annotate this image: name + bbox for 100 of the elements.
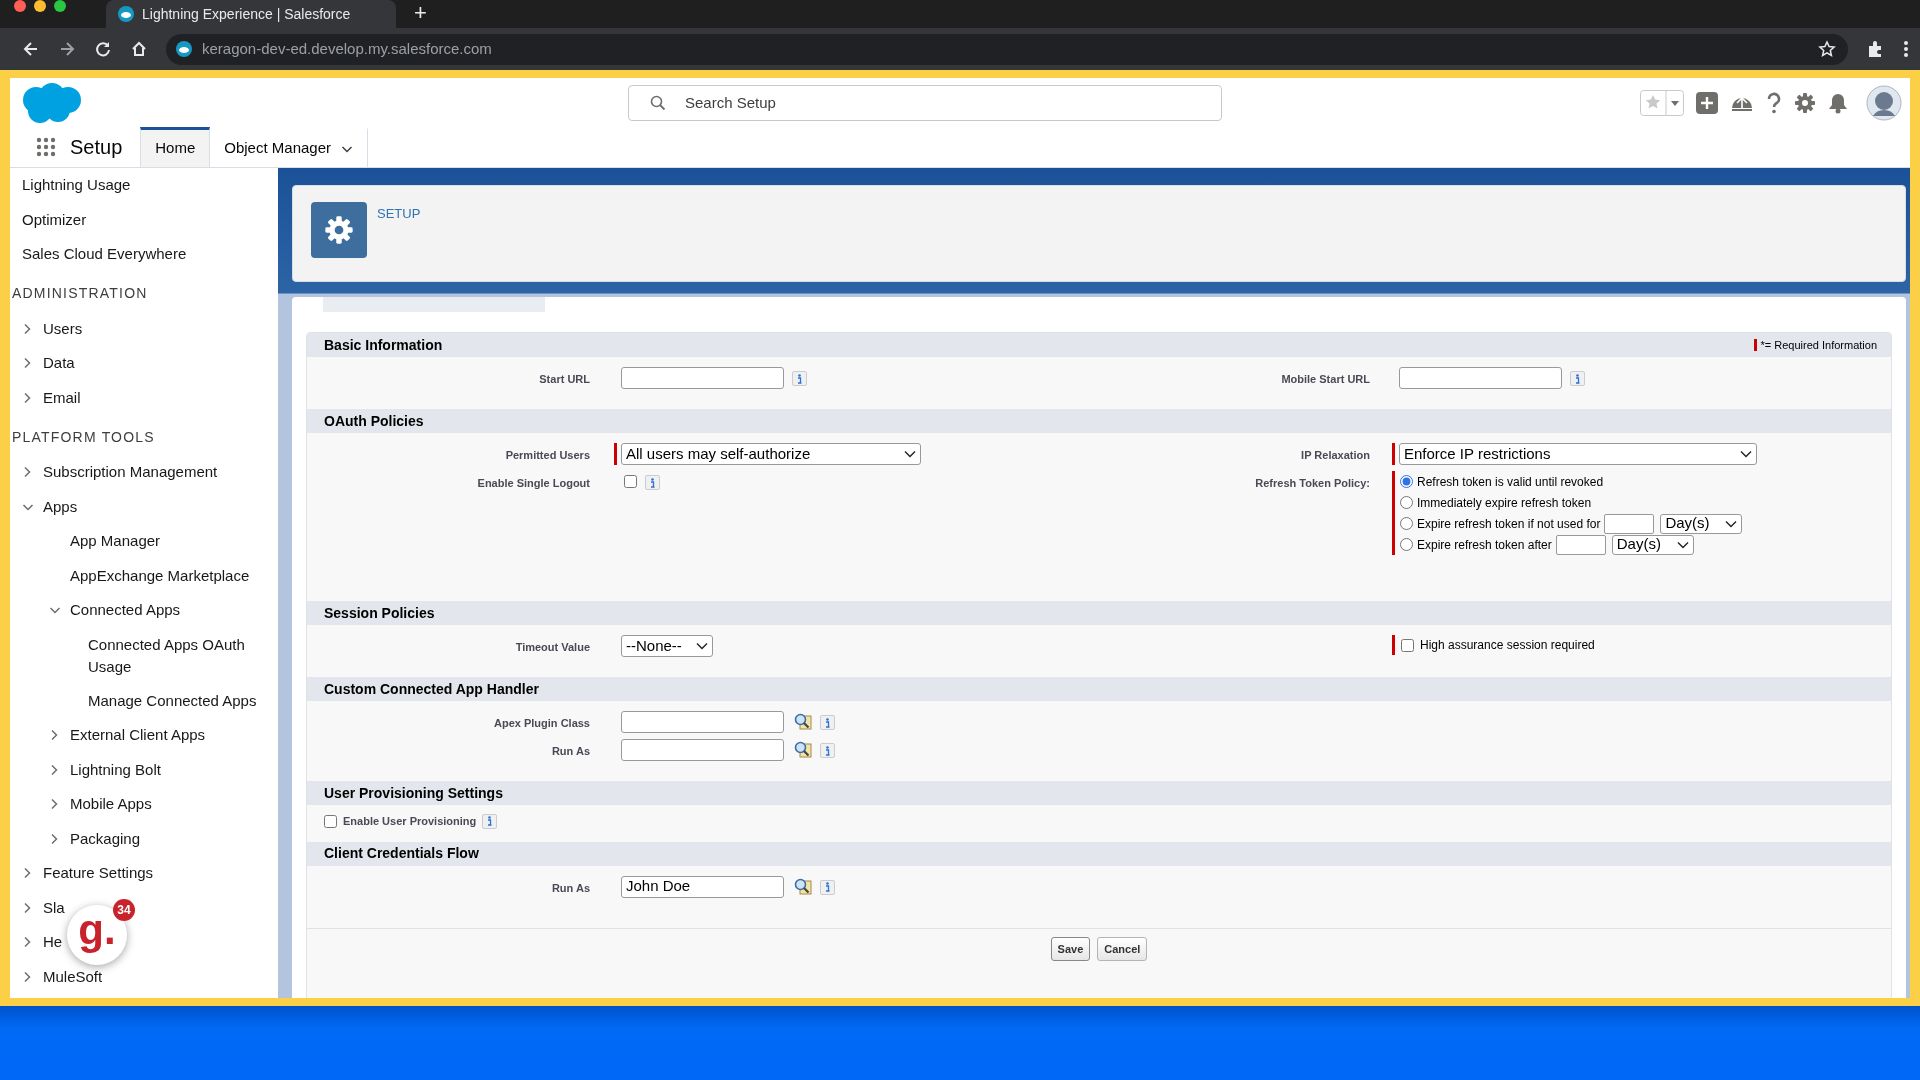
avatar[interactable]: [1866, 84, 1902, 121]
info-icon[interactable]: [482, 813, 498, 829]
chevron-icon[interactable]: [22, 322, 32, 335]
menu-icon[interactable]: [1904, 40, 1908, 58]
checkbox[interactable]: [324, 814, 337, 828]
input-field[interactable]: [621, 711, 784, 733]
window-control-icon[interactable]: [14, 0, 26, 12]
sidebar-item[interactable]: Feature Settings: [43, 862, 154, 885]
input-field[interactable]: [1399, 367, 1562, 389]
sidebar-item[interactable]: Sla: [43, 896, 65, 919]
caret-icon: [695, 642, 708, 650]
radio-button[interactable]: [1400, 517, 1413, 530]
info-icon[interactable]: [820, 879, 835, 895]
chevron-icon[interactable]: [49, 729, 59, 742]
radio-button[interactable]: [1400, 496, 1413, 509]
dropdown[interactable]: --None--: [621, 635, 713, 657]
sidebar-item[interactable]: Mobile Apps: [70, 793, 152, 816]
lookup-icon[interactable]: [794, 713, 812, 730]
home-icon[interactable]: [130, 40, 148, 58]
field-label: IP Relaxation: [1301, 449, 1370, 461]
field-label: Timeout Value: [515, 641, 590, 653]
app-name: Setup: [69, 135, 124, 160]
sidebar-item[interactable]: Packaging: [70, 827, 141, 850]
chevron-icon[interactable]: [22, 936, 32, 949]
sidebar-item[interactable]: Subscription Management: [43, 461, 218, 484]
chevron-icon[interactable]: [49, 832, 59, 845]
caret-icon: [1676, 540, 1689, 549]
field-label: Apex Plugin Class: [494, 717, 590, 729]
input-field[interactable]: [621, 367, 784, 389]
section-title: Session Policies: [324, 603, 435, 623]
sidebar-heading: PLATFORM TOOLS: [12, 427, 155, 447]
input-field[interactable]: John Doe: [621, 875, 784, 898]
checkbox[interactable]: [1401, 638, 1414, 652]
sidebar-item[interactable]: Connected Apps OAuth Usage: [88, 633, 270, 678]
chevron-icon[interactable]: [49, 763, 59, 776]
section-title: Custom Connected App Handler: [324, 679, 539, 699]
chevron-icon[interactable]: [22, 466, 32, 479]
dropdown[interactable]: Day(s): [1611, 534, 1694, 555]
info-icon[interactable]: [820, 715, 835, 730]
bookmark-star-icon[interactable]: [1818, 40, 1836, 58]
address-bar[interactable]: keragon-dev-ed.develop.my.salesforce.com: [166, 33, 1848, 65]
sidebar-item[interactable]: Optimizer: [22, 208, 87, 231]
info-icon[interactable]: [792, 371, 807, 386]
info-icon[interactable]: [1570, 371, 1585, 386]
chevron-icon[interactable]: [49, 798, 59, 811]
dropdown[interactable]: Day(s): [1660, 513, 1743, 534]
chevron-icon[interactable]: [22, 970, 32, 983]
back-icon[interactable]: [22, 40, 40, 58]
search-field[interactable]: Search Setup: [628, 84, 1222, 121]
info-icon[interactable]: [645, 475, 660, 490]
radio-button[interactable]: [1400, 538, 1413, 551]
sidebar-item[interactable]: Lightning Bolt: [70, 758, 161, 781]
sidebar-item[interactable]: Users: [43, 317, 83, 340]
checkbox[interactable]: [624, 475, 637, 488]
input-field[interactable]: [1555, 534, 1606, 555]
sidebar-item[interactable]: App Manager: [70, 530, 161, 553]
checkbox-label: High assurance session required: [1420, 637, 1595, 654]
input-field[interactable]: [1604, 513, 1655, 534]
radio-label: Expire refresh token if not used for: [1417, 515, 1601, 533]
window-control-icon[interactable]: [34, 0, 46, 12]
new-tab-button[interactable]: +: [410, 0, 431, 26]
nav-tab[interactable]: Home: [140, 127, 211, 167]
settings-icon[interactable]: [1794, 91, 1816, 114]
browser-tab[interactable]: Lightning Experience | Salesforce: [106, 0, 396, 28]
sidebar-item[interactable]: He: [43, 931, 63, 954]
save-button[interactable]: Save: [1050, 936, 1091, 961]
sidebar-item[interactable]: Manage Connected Apps: [88, 689, 257, 712]
sidebar-item[interactable]: Apps: [43, 495, 78, 518]
help-icon[interactable]: [1766, 91, 1782, 114]
sidebar-item[interactable]: Connected Apps: [70, 599, 181, 622]
cancel-button[interactable]: Cancel: [1097, 936, 1148, 961]
info-icon[interactable]: [820, 743, 835, 758]
chevron-icon[interactable]: [22, 391, 32, 404]
lookup-icon[interactable]: [794, 741, 812, 758]
sidebar-item[interactable]: Data: [43, 352, 75, 375]
sidebar-item[interactable]: External Client Apps: [70, 724, 206, 747]
page-title: SETUP: [377, 205, 421, 223]
chevron-icon[interactable]: [49, 605, 61, 616]
add-icon[interactable]: [1696, 91, 1718, 114]
sidebar-heading: ADMINISTRATION: [12, 284, 148, 303]
field-label: Run As: [551, 745, 590, 757]
chevron-icon[interactable]: [22, 901, 32, 914]
sidebar-item[interactable]: MuleSoft: [43, 965, 103, 988]
chevron-icon[interactable]: [22, 357, 32, 370]
sidebar-item[interactable]: Sales Cloud Everywhere: [22, 243, 187, 266]
window-control-icon[interactable]: [54, 0, 66, 12]
caret-icon: [1740, 450, 1752, 458]
dropdown[interactable]: All users may self-authorize: [621, 443, 921, 465]
radio-button[interactable]: [1400, 475, 1413, 488]
dropdown[interactable]: Enforce IP restrictions: [1399, 443, 1757, 465]
input-field[interactable]: [621, 739, 784, 761]
forward-icon[interactable]: [58, 40, 76, 58]
sidebar-item[interactable]: Email: [43, 386, 81, 409]
sidebar-item[interactable]: Lightning Usage: [22, 174, 131, 197]
chevron-icon[interactable]: [22, 867, 32, 880]
reload-icon[interactable]: [94, 40, 112, 58]
notifications-icon[interactable]: [1828, 91, 1848, 114]
lookup-icon[interactable]: [794, 877, 812, 895]
sidebar-item[interactable]: AppExchange Marketplace: [70, 564, 250, 587]
app-launcher-icon[interactable]: [36, 137, 56, 157]
